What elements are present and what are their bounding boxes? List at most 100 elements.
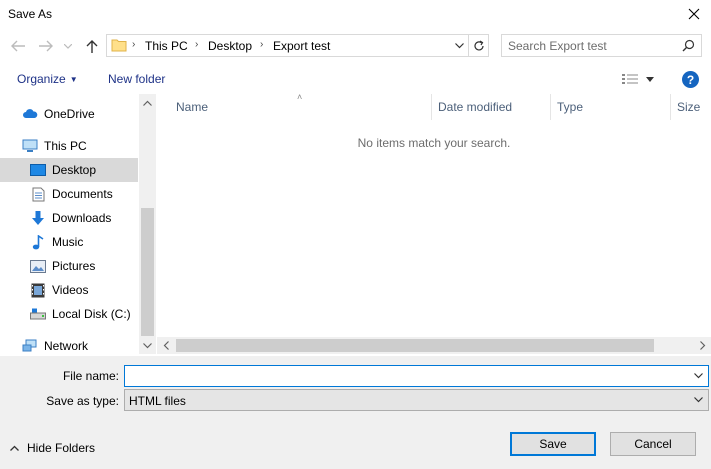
column-header-date-modified[interactable]: Date modified <box>432 94 551 120</box>
sidebar-item-desktop[interactable]: Desktop <box>0 158 138 182</box>
sidebar-item-network[interactable]: Network <box>0 334 138 354</box>
arrow-up-icon <box>86 39 98 53</box>
address-dropdown-button[interactable] <box>450 35 468 56</box>
sidebar-item-local-disk[interactable]: Local Disk (C:) <box>0 302 138 326</box>
desktop-icon <box>30 162 46 178</box>
chevron-left-icon <box>163 341 169 350</box>
videos-icon <box>30 282 46 298</box>
cancel-button[interactable]: Cancel <box>610 432 696 456</box>
filetype-dropdown-button[interactable] <box>690 392 706 408</box>
chevron-right-icon: › <box>132 39 136 50</box>
sidebar-item-label: OneDrive <box>44 107 95 121</box>
sidebar-item-music[interactable]: Music <box>0 230 138 254</box>
filename-dropdown-button[interactable] <box>690 368 706 384</box>
search-input[interactable] <box>508 38 678 53</box>
sidebar-item-this-pc[interactable]: This PC <box>0 134 138 158</box>
caret-down-icon: ▼ <box>69 75 78 84</box>
sidebar-item-documents[interactable]: Documents <box>0 182 138 206</box>
sidebar-item-onedrive[interactable]: OneDrive <box>0 102 138 126</box>
pictures-icon <box>30 258 46 274</box>
computer-icon <box>22 138 38 154</box>
scroll-down-button[interactable] <box>139 337 156 354</box>
hide-folders-button[interactable]: Hide Folders <box>10 441 95 455</box>
new-folder-button[interactable]: New folder <box>108 72 165 86</box>
scroll-up-button[interactable] <box>139 94 156 111</box>
navigation-pane: OneDrive This PC Desktop Documents Downl… <box>0 94 156 354</box>
chevron-right-icon: › <box>195 39 199 50</box>
command-bar: Organize ▼ New folder <box>0 64 711 94</box>
hide-folders-label: Hide Folders <box>27 441 96 455</box>
sidebar-item-videos[interactable]: Videos <box>0 278 138 302</box>
chevron-down-icon <box>143 342 152 348</box>
sidebar-item-label: Videos <box>52 283 89 297</box>
organize-label: Organize <box>17 72 66 86</box>
documents-icon <box>30 186 46 202</box>
up-button[interactable] <box>83 37 101 55</box>
sidebar-item-downloads[interactable]: Downloads <box>0 206 138 230</box>
scroll-right-button[interactable] <box>694 337 711 354</box>
recent-locations-button[interactable] <box>62 37 74 55</box>
sidebar-item-label: Local Disk (C:) <box>52 307 131 321</box>
breadcrumb-export-test[interactable]: Export test <box>273 39 330 53</box>
sidebar-item-label: Network <box>44 339 89 353</box>
scroll-thumb[interactable] <box>141 208 154 336</box>
window-title: Save As <box>8 7 53 21</box>
save-button[interactable]: Save <box>510 432 596 456</box>
chevron-down-icon <box>454 42 464 48</box>
chevron-up-icon <box>143 100 152 106</box>
music-icon <box>30 234 46 250</box>
address-bar[interactable]: › This PC › Desktop › Export test <box>106 34 489 57</box>
breadcrumb-this-pc[interactable]: This PC <box>145 39 188 53</box>
filetype-select[interactable]: HTML files <box>124 389 709 411</box>
sidebar-item-label: This PC <box>44 139 87 153</box>
column-header-type[interactable]: Type <box>551 94 671 120</box>
sidebar-item-label: Downloads <box>52 211 112 225</box>
file-list-scrollbar[interactable] <box>157 337 711 354</box>
breadcrumb-desktop[interactable]: Desktop <box>208 39 252 53</box>
navigation-pane-scrollbar[interactable] <box>139 94 156 354</box>
title-bar: Save As <box>0 0 711 28</box>
close-button[interactable] <box>677 0 711 28</box>
network-icon <box>22 338 38 354</box>
change-view-button[interactable] <box>618 69 658 89</box>
filename-label: File name: <box>62 369 119 383</box>
file-list[interactable]: ˄ Name Date modified Type Size No items … <box>157 92 711 354</box>
organize-button[interactable]: Organize ▼ <box>17 72 78 86</box>
arrow-left-icon <box>11 40 25 52</box>
chevron-right-icon: › <box>260 39 264 50</box>
folder-icon <box>111 38 127 55</box>
refresh-icon <box>473 39 484 50</box>
chevron-right-icon <box>699 341 705 350</box>
sidebar-item-label: Desktop <box>52 163 97 177</box>
sidebar-item-pictures[interactable]: Pictures <box>0 254 138 278</box>
scroll-left-button[interactable] <box>157 337 174 354</box>
caret-down-icon <box>646 76 654 82</box>
chevron-down-icon <box>693 397 703 403</box>
cloud-icon <box>22 106 38 122</box>
search-box[interactable] <box>501 34 702 57</box>
sidebar-item-label: Music <box>52 235 84 249</box>
search-icon <box>682 39 695 55</box>
save-options-panel: File name: Save as type: HTML files Hide… <box>0 356 711 469</box>
chevron-down-icon <box>693 373 703 379</box>
filetype-label: Save as type: <box>46 394 119 408</box>
filetype-value: HTML files <box>129 394 186 408</box>
refresh-button[interactable] <box>468 35 488 56</box>
column-header-size[interactable]: Size <box>671 94 711 120</box>
chevron-down-icon <box>64 43 72 49</box>
column-header-name[interactable]: Name <box>170 94 432 120</box>
chevron-up-icon <box>10 445 19 451</box>
download-icon <box>30 210 46 226</box>
sidebar-item-label: Pictures <box>52 259 96 273</box>
empty-message: No items match your search. <box>357 136 511 150</box>
arrow-right-icon <box>39 40 53 52</box>
help-icon[interactable]: ? <box>682 71 699 88</box>
forward-button[interactable] <box>37 37 55 55</box>
details-view-icon <box>622 74 638 84</box>
filename-combobox[interactable] <box>124 365 709 387</box>
close-icon <box>688 8 700 20</box>
back-button[interactable] <box>9 37 27 55</box>
scroll-thumb[interactable] <box>176 339 654 352</box>
filename-input[interactable] <box>129 368 679 384</box>
sidebar-item-label: Documents <box>52 187 113 201</box>
